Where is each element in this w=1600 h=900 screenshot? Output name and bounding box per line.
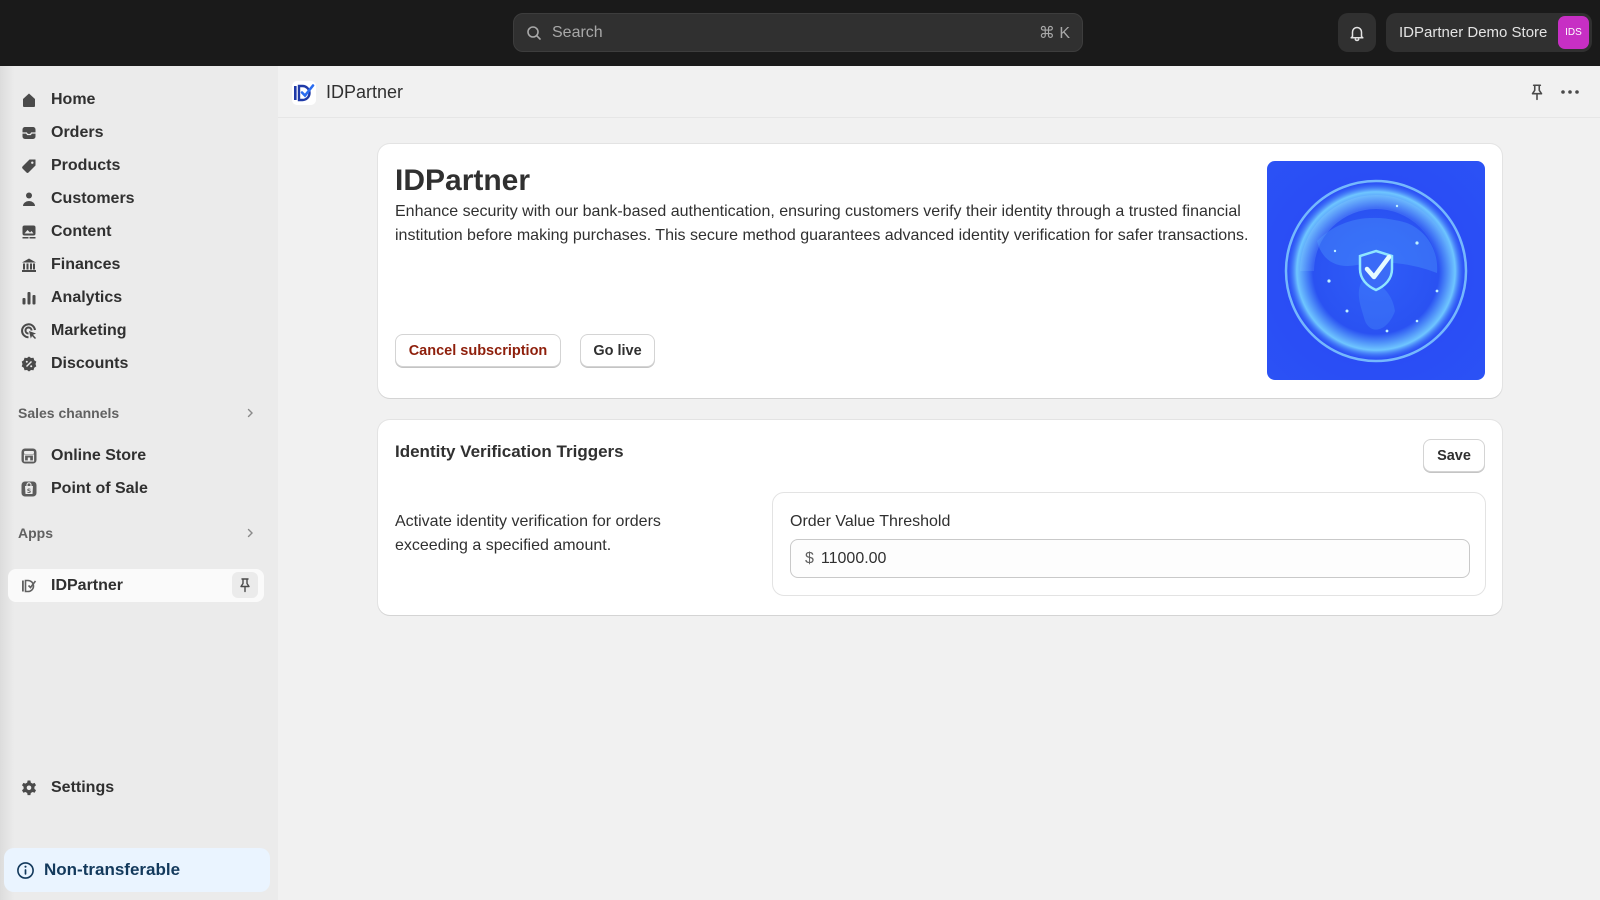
bell-icon: [1350, 26, 1364, 41]
sidebar-item-label: IDPartner: [51, 576, 124, 594]
pin-page-button[interactable]: [1525, 80, 1549, 104]
verification-triggers-card: Identity Verification Triggers Save Acti…: [378, 420, 1502, 615]
section-title: Identity Verification Triggers: [395, 442, 624, 461]
chevron-right-icon: [247, 408, 253, 418]
sidebar-item-online-store[interactable]: Online Store: [8, 440, 264, 472]
search-icon: [527, 25, 541, 40]
top-bar: Search ⌘ K IDPartner Demo Store IDS: [0, 0, 1600, 66]
tag-icon: [20, 157, 38, 175]
sidebar-item-home[interactable]: Home: [8, 84, 264, 116]
sidebar-item-label: Orders: [51, 124, 104, 141]
sidebar-item-marketing[interactable]: Marketing: [8, 315, 264, 347]
gear-icon: [20, 779, 38, 797]
apps-title: Apps: [18, 525, 53, 541]
app-description: Enhance security with our bank-based aut…: [395, 203, 1249, 244]
sales-channels-header[interactable]: Sales channels: [18, 405, 256, 421]
currency-prefix: $: [805, 549, 814, 567]
notice-label: Non-transferable: [44, 860, 181, 879]
sidebar-item-finances[interactable]: Finances: [8, 249, 264, 281]
sidebar-item-label: Products: [51, 157, 121, 174]
sales-channels-title: Sales channels: [18, 405, 120, 421]
chevron-right-icon: [247, 528, 253, 538]
bar-chart-icon: [20, 289, 38, 307]
info-icon: [17, 861, 34, 879]
svg-text:S: S: [27, 488, 31, 495]
store-avatar: IDS: [1558, 16, 1589, 49]
sidebar-item-label: Analytics: [51, 289, 123, 306]
pin-icon: [240, 578, 250, 593]
home-icon: [20, 91, 38, 109]
app-title: IDPartner: [395, 164, 531, 197]
apps-header[interactable]: Apps: [18, 525, 256, 541]
threshold-settings-box: Order Value Threshold $: [772, 492, 1486, 596]
sidebar-item-label: Marketing: [51, 322, 127, 339]
more-actions-button[interactable]: [1558, 80, 1582, 104]
app-overview-card: IDPartner Enhance security with our bank…: [378, 144, 1502, 398]
bank-icon: [20, 256, 38, 274]
sidebar-item-orders[interactable]: Orders: [8, 117, 264, 149]
sidebar-item-discounts[interactable]: Discounts: [8, 348, 264, 380]
page-title: IDPartner: [326, 82, 404, 102]
sidebar-item-idpartner[interactable]: IDPartner: [8, 569, 264, 602]
save-button[interactable]: Save: [1423, 439, 1485, 472]
sidebar-item-analytics[interactable]: Analytics: [8, 282, 264, 314]
sidebar-item-content[interactable]: Content: [8, 216, 264, 248]
pin-app-button[interactable]: [232, 572, 258, 598]
sidebar: Home Orders Products Customers Content F…: [0, 66, 278, 900]
sidebar-item-label: Online Store: [51, 447, 147, 464]
store-menu-button[interactable]: IDPartner Demo Store IDS: [1386, 13, 1592, 52]
sidebar-item-products[interactable]: Products: [8, 150, 264, 182]
target-icon: [20, 322, 38, 340]
page-header: IDPartner: [278, 66, 1600, 118]
search-placeholder: Search: [552, 23, 603, 41]
sidebar-item-label: Home: [51, 91, 96, 108]
notifications-button[interactable]: [1338, 13, 1376, 52]
non-transferable-notice[interactable]: Non-transferable: [4, 848, 270, 892]
more-horizontal-icon: [1561, 90, 1579, 94]
idpartner-logo-icon: [292, 81, 316, 105]
pos-icon: S: [20, 480, 38, 498]
sidebar-item-label: Discounts: [51, 355, 129, 372]
search-bar[interactable]: Search ⌘ K: [513, 13, 1083, 52]
globe-shield-illustration: [1267, 161, 1485, 380]
threshold-field[interactable]: $: [790, 539, 1470, 578]
idpartner-icon: [20, 577, 38, 595]
cancel-subscription-button[interactable]: Cancel subscription: [395, 334, 561, 367]
person-icon: [20, 190, 38, 208]
sidebar-item-label: Settings: [51, 779, 115, 796]
sidebar-item-label: Customers: [51, 190, 135, 207]
sidebar-item-point-of-sale[interactable]: S Point of Sale: [8, 473, 264, 505]
section-description: Activate identity verification for order…: [395, 513, 661, 554]
sidebar-item-label: Content: [51, 223, 112, 240]
store-name: IDPartner Demo Store: [1399, 24, 1548, 41]
discount-icon: [20, 355, 38, 373]
sidebar-item-settings[interactable]: Settings: [8, 772, 264, 804]
image-icon: [20, 223, 38, 241]
go-live-button[interactable]: Go live: [580, 334, 655, 367]
inbox-icon: [20, 124, 38, 142]
threshold-input[interactable]: [820, 549, 1421, 568]
sidebar-item-customers[interactable]: Customers: [8, 183, 264, 215]
store-icon: [20, 447, 38, 465]
search-shortcut: ⌘ K: [1038, 24, 1070, 42]
threshold-label: Order Value Threshold: [790, 513, 951, 530]
sidebar-item-label: Point of Sale: [51, 480, 148, 497]
pin-icon: [1531, 84, 1543, 101]
sidebar-item-label: Finances: [51, 256, 121, 273]
